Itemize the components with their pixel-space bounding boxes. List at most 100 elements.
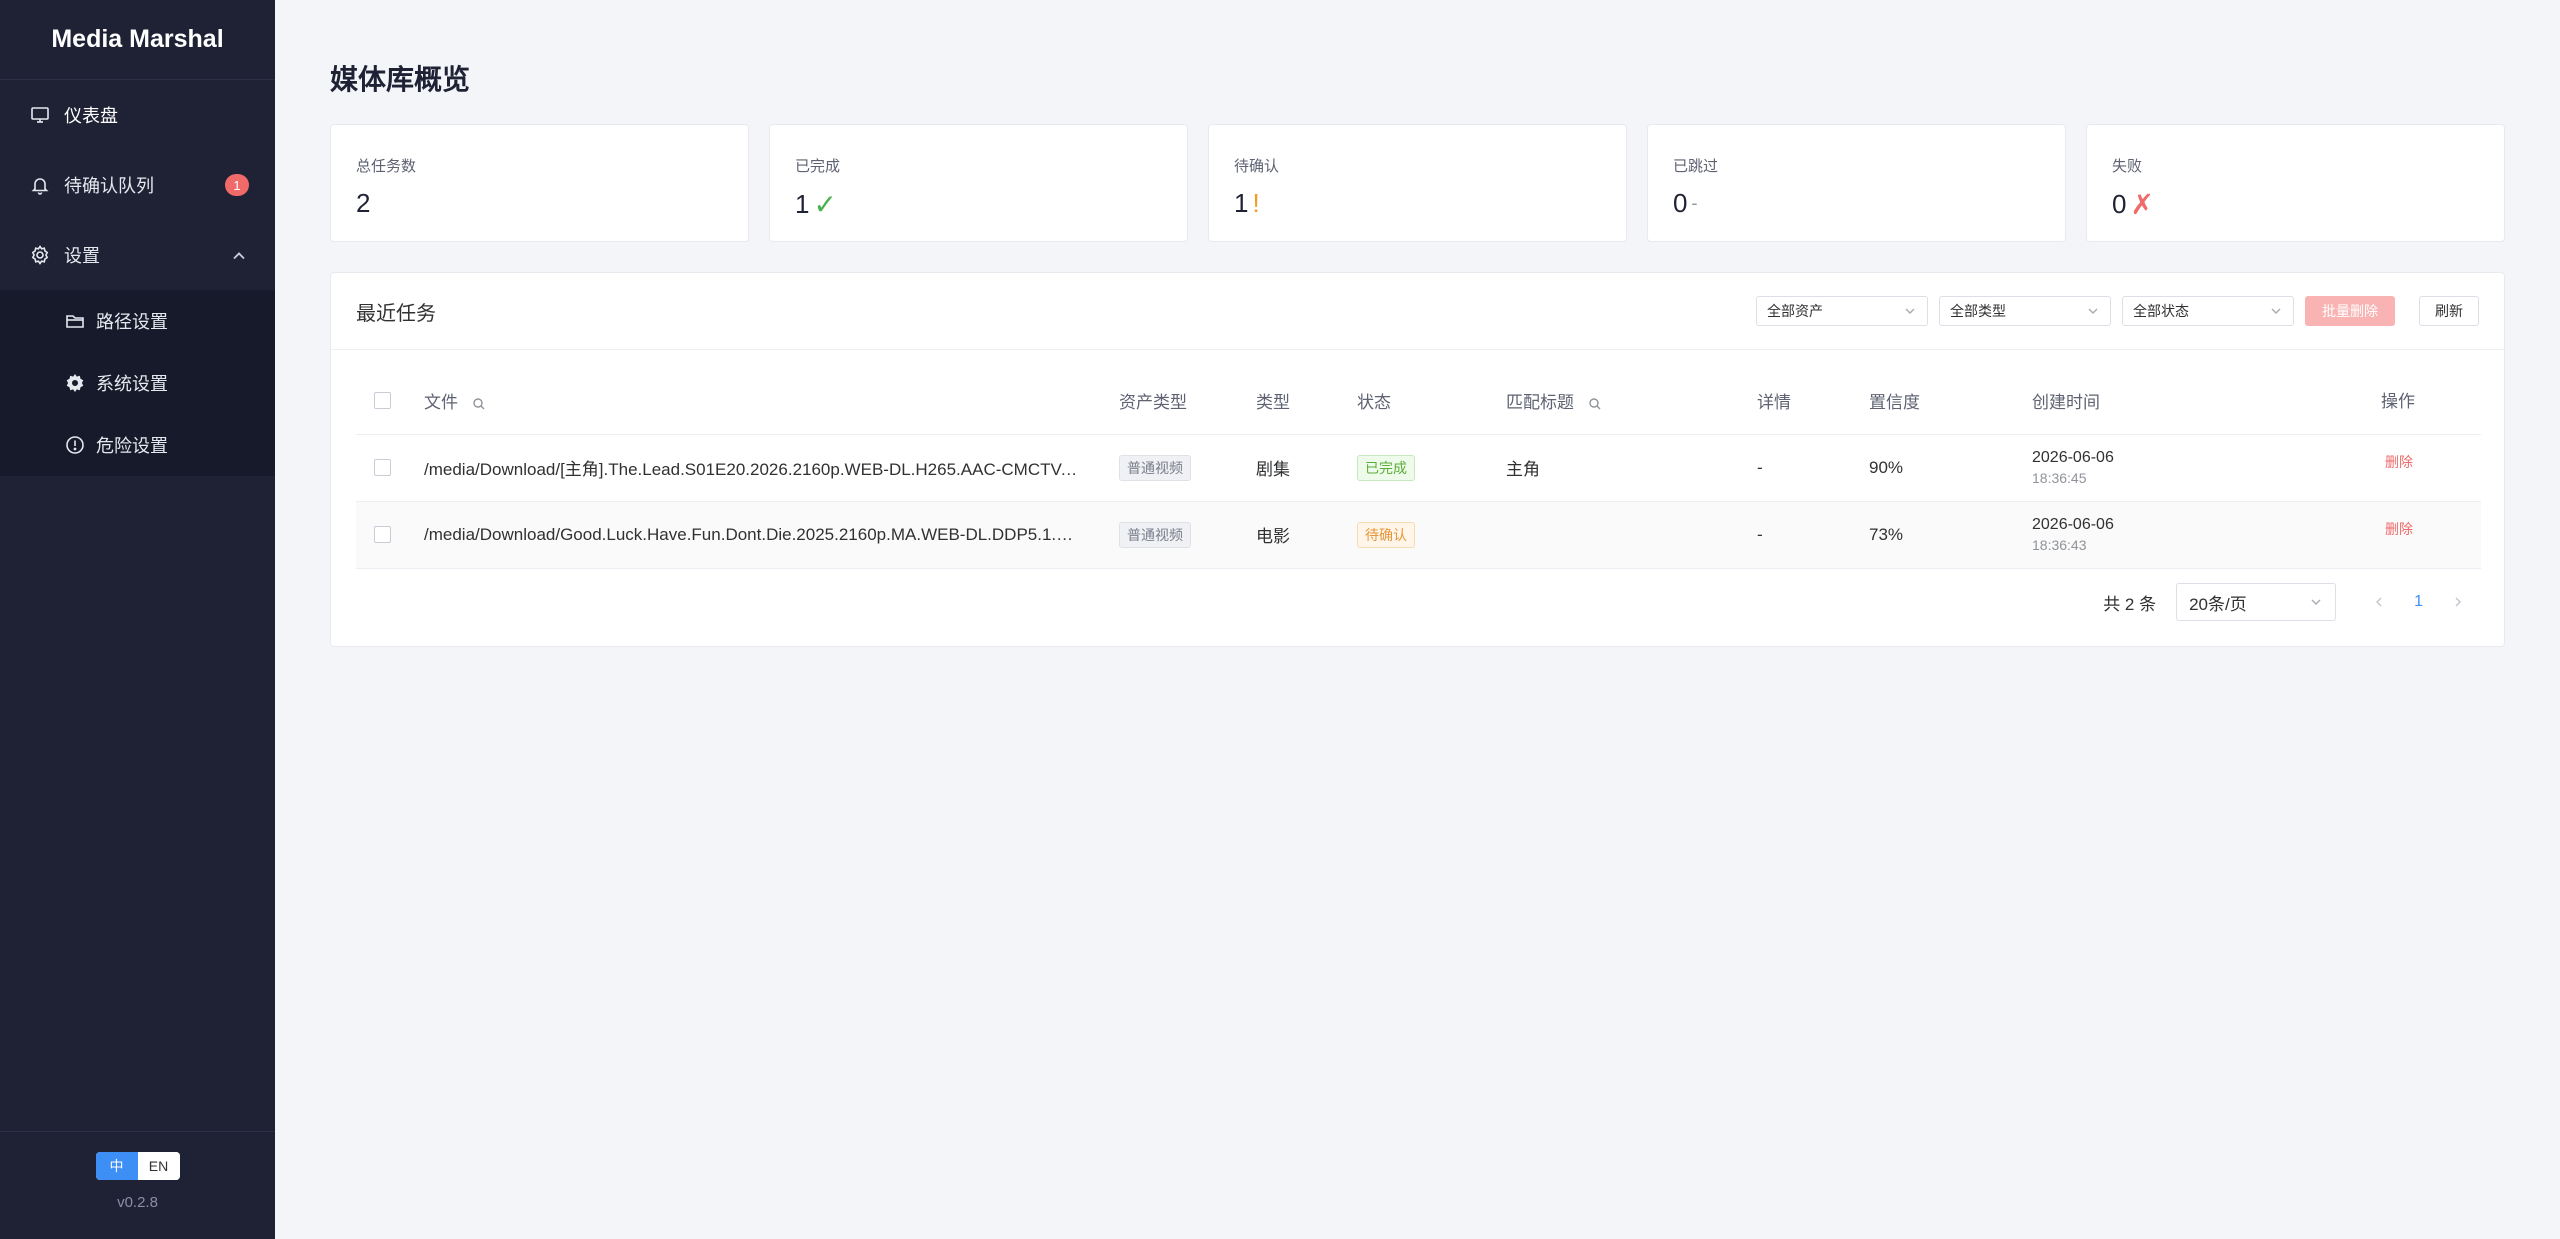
exclamation-icon: ! — [1252, 188, 1260, 218]
lang-en-button[interactable]: EN — [137, 1152, 180, 1180]
recent-tasks-header: 最近任务 全部资产 全部类型 全部状态 批量删除 刷新 — [331, 273, 2504, 350]
confidence: 73% — [1869, 524, 1904, 544]
media-type: 电影 — [1256, 527, 1290, 546]
recent-tasks-title: 最近任务 — [356, 302, 436, 325]
sidebar-item-settings[interactable]: 设置 — [0, 220, 275, 290]
column-header-action: 操作 — [2381, 392, 2415, 411]
confidence: 90% — [1869, 457, 1904, 477]
pending-count-badge: 1 — [225, 174, 249, 196]
stat-value: 0 — [1673, 188, 1688, 218]
sidebar: Media Marshal 仪表盘 待确认队列 1 设置 路径设置 系统设置 危… — [0, 0, 275, 1239]
folder-icon — [64, 310, 86, 332]
page-size-select[interactable]: 20条/页 — [2176, 583, 2337, 621]
next-page-icon[interactable] — [2451, 595, 2465, 609]
app-version: v0.2.8 — [117, 1194, 158, 1211]
stat-label: 失败 — [2112, 158, 2143, 175]
created-time: 18:36:45 — [2032, 469, 2087, 486]
delete-link[interactable]: 删除 — [2385, 452, 2413, 472]
status-badge: 待确认 — [1357, 521, 1415, 548]
match-title: 主角 — [1506, 460, 1540, 479]
stat-label: 待确认 — [1234, 158, 1280, 175]
asset-type-tag: 普通视频 — [1119, 521, 1191, 548]
chevron-down-icon — [2311, 599, 2321, 605]
select-all-checkbox[interactable] — [374, 392, 391, 410]
select-value: 20条/页 — [2189, 594, 2247, 614]
pagination: 共 2 条 20条/页 1 — [2103, 583, 2479, 621]
stat-card-completed: 已完成 1 ✓ — [769, 124, 1188, 242]
main-content: 媒体库概览 总任务数 2 已完成 1 ✓ 待确认 1! 已跳过 0- 失败 0 ✗ … — [275, 0, 2560, 1239]
sidebar-item-label: 仪表盘 — [64, 106, 118, 126]
column-header-details: 详情 — [1757, 393, 1791, 413]
monitor-icon — [28, 103, 52, 127]
sidebar-item-label: 危险设置 — [96, 436, 168, 456]
row-checkbox[interactable] — [374, 459, 391, 476]
bell-icon — [28, 173, 52, 197]
total-count: 共 2 条 — [2103, 594, 2157, 614]
stats-row: 总任务数 2 已完成 1 ✓ 待确认 1! 已跳过 0- 失败 0 ✗ — [330, 124, 2505, 242]
recent-tasks-card: 最近任务 全部资产 全部类型 全部状态 批量删除 刷新 文件 资产类型 类型 状… — [330, 272, 2505, 647]
type-filter-select[interactable]: 全部类型 — [1939, 296, 2111, 326]
column-header-confidence: 置信度 — [1869, 393, 1920, 413]
chevron-down-icon — [1905, 308, 1915, 314]
page-title: 媒体库概览 — [330, 64, 471, 95]
sidebar-item-label: 系统设置 — [96, 374, 168, 394]
sidebar-item-dashboard[interactable]: 仪表盘 — [0, 80, 275, 150]
status-badge: 已完成 — [1357, 454, 1415, 481]
delete-link[interactable]: 删除 — [2385, 519, 2413, 539]
column-header-type: 类型 — [1256, 393, 1290, 413]
stat-card-pending: 待确认 1! — [1208, 124, 1627, 242]
sidebar-item-label: 待确认队列 — [64, 176, 154, 196]
column-header-asset-type: 资产类型 — [1119, 393, 1187, 413]
tasks-table: 文件 资产类型 类型 状态 匹配标题 详情 置信度 创建时间 /media/Do… — [356, 368, 2481, 569]
stat-label: 总任务数 — [356, 158, 417, 175]
language-switch: 中 EN — [95, 1152, 180, 1180]
created-date: 2026-06-06 — [2032, 448, 2114, 466]
select-value: 全部状态 — [2133, 303, 2189, 319]
column-header-created: 创建时间 — [2032, 393, 2100, 413]
sidebar-item-danger-settings[interactable]: 危险设置 — [0, 414, 275, 476]
stat-value: 1 — [795, 189, 810, 219]
chevron-up-icon — [233, 252, 245, 260]
stat-card-skipped: 已跳过 0- — [1647, 124, 2066, 242]
stat-value: 1 — [1234, 188, 1249, 218]
sidebar-item-label: 设置 — [64, 246, 100, 266]
stat-value: 2 — [356, 188, 371, 218]
table-row: /media/Download/[主角].The.Lead.S01E20.202… — [356, 434, 2481, 502]
sidebar-item-system-settings[interactable]: 系统设置 — [0, 352, 275, 414]
file-path: /media/Download/[主角].The.Lead.S01E20.202… — [424, 460, 1080, 479]
media-type: 剧集 — [1256, 460, 1290, 479]
chevron-down-icon — [2271, 308, 2281, 314]
search-icon[interactable] — [472, 397, 486, 411]
file-path: /media/Download/Good.Luck.Have.Fun.Dont.… — [424, 524, 1080, 544]
asset-type-tag: 普通视频 — [1119, 454, 1191, 481]
sidebar-item-pending-queue[interactable]: 待确认队列 1 — [0, 150, 275, 220]
page-number-current[interactable]: 1 — [2414, 593, 2423, 611]
lang-zh-button[interactable]: 中 — [95, 1152, 138, 1180]
sidebar-item-label: 路径设置 — [96, 312, 168, 332]
batch-delete-button[interactable]: 批量删除 — [2305, 296, 2395, 326]
stat-label: 已完成 — [795, 158, 841, 175]
row-checkbox[interactable] — [374, 526, 391, 543]
created-time: 18:36:43 — [2032, 536, 2087, 553]
app-title: Media Marshal — [0, 0, 275, 80]
cross-icon: ✗ — [2130, 189, 2154, 220]
table-header-row: 文件 资产类型 类型 状态 匹配标题 详情 置信度 创建时间 — [356, 368, 2481, 435]
check-icon: ✓ — [813, 189, 837, 220]
alert-circle-icon — [64, 434, 86, 456]
asset-filter-select[interactable]: 全部资产 — [1756, 296, 1928, 326]
refresh-button[interactable]: 刷新 — [2419, 296, 2479, 326]
prev-page-icon[interactable] — [2372, 595, 2386, 609]
stat-value: 0 — [2112, 189, 2127, 219]
search-icon[interactable] — [1588, 397, 1602, 411]
table-row: /media/Download/Good.Luck.Have.Fun.Dont.… — [356, 501, 2481, 569]
column-header-match-title: 匹配标题 — [1506, 393, 1574, 413]
status-filter-select[interactable]: 全部状态 — [2122, 296, 2294, 326]
sidebar-item-path-settings[interactable]: 路径设置 — [0, 290, 275, 352]
cog-icon — [64, 372, 86, 394]
stat-label: 已跳过 — [1673, 158, 1719, 175]
stat-card-failed: 失败 0 ✗ — [2086, 124, 2505, 242]
created-date: 2026-06-06 — [2032, 515, 2114, 533]
dash-icon: - — [1691, 193, 1698, 213]
settings-submenu: 路径设置 系统设置 危险设置 — [0, 290, 275, 476]
chevron-down-icon — [2088, 308, 2098, 314]
